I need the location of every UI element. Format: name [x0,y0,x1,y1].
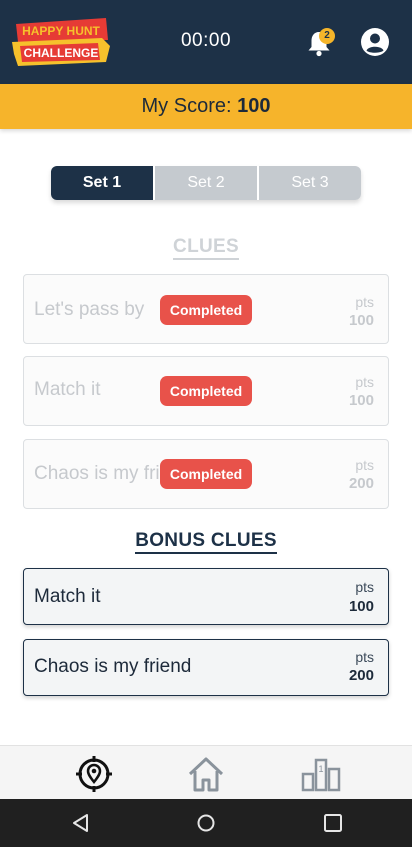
pts-label: pts [355,579,374,595]
clue-card-match-it[interactable]: Match it Completed pts 100 [23,356,389,426]
completed-badge: Completed [160,459,252,489]
pts-value: 100 [348,392,374,409]
bottom-nav: 1 [0,745,412,799]
svg-text:HAPPY HUNT: HAPPY HUNT [22,24,100,38]
recents-icon[interactable] [321,811,345,835]
completed-badge: Completed [160,295,252,325]
app-screen: HAPPY HUNT CHALLENGE 00:00 2 My Score: 1… [0,0,412,847]
pts-value: 100 [348,598,374,615]
clues-heading: CLUES [0,236,412,260]
home-icon[interactable] [186,754,226,794]
svg-text:1: 1 [318,764,323,774]
svg-text:CHALLENGE: CHALLENGE [24,46,99,60]
clue-name: Chaos is my friend [34,656,192,677]
pts-label: pts [355,649,374,665]
score-label: My Score: [141,95,232,117]
set-tabs: Set 1 Set 2 Set 3 [51,166,361,200]
bonus-clue-card-match-it[interactable]: Match it pts 100 [23,568,389,625]
home-circle-icon[interactable] [194,811,218,835]
map-location-icon[interactable] [74,754,114,794]
pts-label: pts [355,457,374,473]
clue-card-lets-pass-by[interactable]: Let's pass by Completed pts 100 [23,274,389,344]
timer: 00:00 [180,30,232,51]
pts-label: pts [355,294,374,310]
completed-badge: Completed [160,376,252,406]
leaderboard-icon[interactable]: 1 [301,754,341,794]
tab-set-2[interactable]: Set 2 [153,166,257,200]
clue-name: Match it [34,586,101,607]
clue-card-chaos-is-my-friend[interactable]: Chaos is my friend Completed pts 200 [23,439,389,509]
notification-count-badge: 2 [319,28,335,44]
score-value: 100 [237,95,271,117]
happy-hunt-logo: HAPPY HUNT CHALLENGE [12,18,110,66]
back-icon[interactable] [69,811,93,835]
bonus-clues-heading: BONUS CLUES [0,530,412,554]
system-nav-bar [0,799,412,847]
score-bar: My Score: 100 [0,84,412,129]
profile-icon[interactable] [360,27,390,57]
pts-value: 100 [348,312,374,329]
bonus-clue-card-chaos-is-my-friend[interactable]: Chaos is my friend pts 200 [23,639,389,696]
pts-value: 200 [348,475,374,492]
tab-set-1[interactable]: Set 1 [51,166,153,200]
pts-label: pts [355,374,374,390]
pts-value: 200 [348,667,374,684]
top-bar: HAPPY HUNT CHALLENGE 00:00 2 [0,0,412,84]
tab-set-3[interactable]: Set 3 [257,166,361,200]
